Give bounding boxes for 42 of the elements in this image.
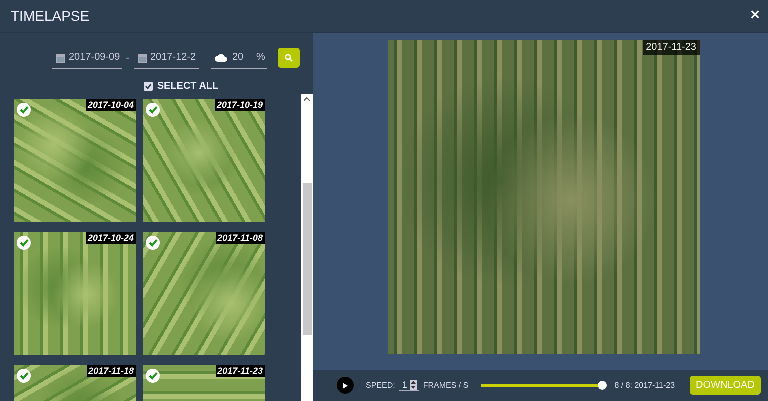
search-icon [285,54,294,62]
checkmark-icon[interactable] [17,103,31,117]
play-icon [343,382,348,388]
satellite-thumbnail[interactable]: 2017-11-23 [143,365,265,401]
image-date-label: 2017-11-23 [643,40,700,55]
satellite-thumbnail[interactable]: 2017-10-24 [14,232,136,355]
speed-label: SPEED: [366,381,396,390]
thumbnail-date-label: 2017-11-18 [86,365,136,377]
calendar-icon [56,52,65,62]
window-title: TIMELAPSE [11,8,90,24]
select-all-checkbox[interactable] [144,82,154,90]
start-date-field[interactable]: 2017-09-09 [52,47,122,69]
calendar-icon [138,52,146,62]
satellite-thumbnail[interactable]: 2017-11-18 [14,365,136,401]
thumbnail-date-label: 2017-10-24 [86,232,136,244]
satellite-thumbnail[interactable]: 2017-11-08 [143,232,265,355]
checkmark-icon[interactable] [17,369,31,383]
play-button[interactable] [337,377,354,394]
search-button[interactable] [278,48,300,68]
thumbnail-date-label: 2017-11-23 [216,365,265,377]
scrollbar[interactable] [301,94,313,401]
spinner-arrows-icon[interactable] [410,380,418,390]
checkmark-icon[interactable] [146,103,160,117]
fps-unit: FRAMES / S [423,381,469,390]
scroll-up-icon[interactable] [304,97,310,101]
select-all-label: SELECT ALL [157,80,219,92]
thumbnail-date-label: 2017-10-04 [86,99,136,111]
thumbnail-date-label: 2017-11-08 [216,232,265,244]
thumbnail-date-label: 2017-10-19 [214,99,265,111]
close-button[interactable]: × [750,7,760,25]
satellite-thumbnail[interactable]: 2017-10-19 [143,99,265,222]
cloud-icon [214,54,226,62]
date-separator: - [126,52,130,64]
end-date-field[interactable]: 2017-12-2 [134,47,198,69]
checkmark-icon[interactable] [146,369,160,383]
checkmark-icon[interactable] [17,236,31,250]
speed-field[interactable]: 1 [399,380,420,391]
percent-unit: % [256,52,266,63]
satellite-thumbnail[interactable]: 2017-10-04 [14,99,136,222]
cloud-cover-field[interactable]: 20 % [210,47,268,69]
checkmark-icon[interactable] [146,236,160,250]
frame-counter: 8 / 8: 2017-11-23 [614,381,676,390]
